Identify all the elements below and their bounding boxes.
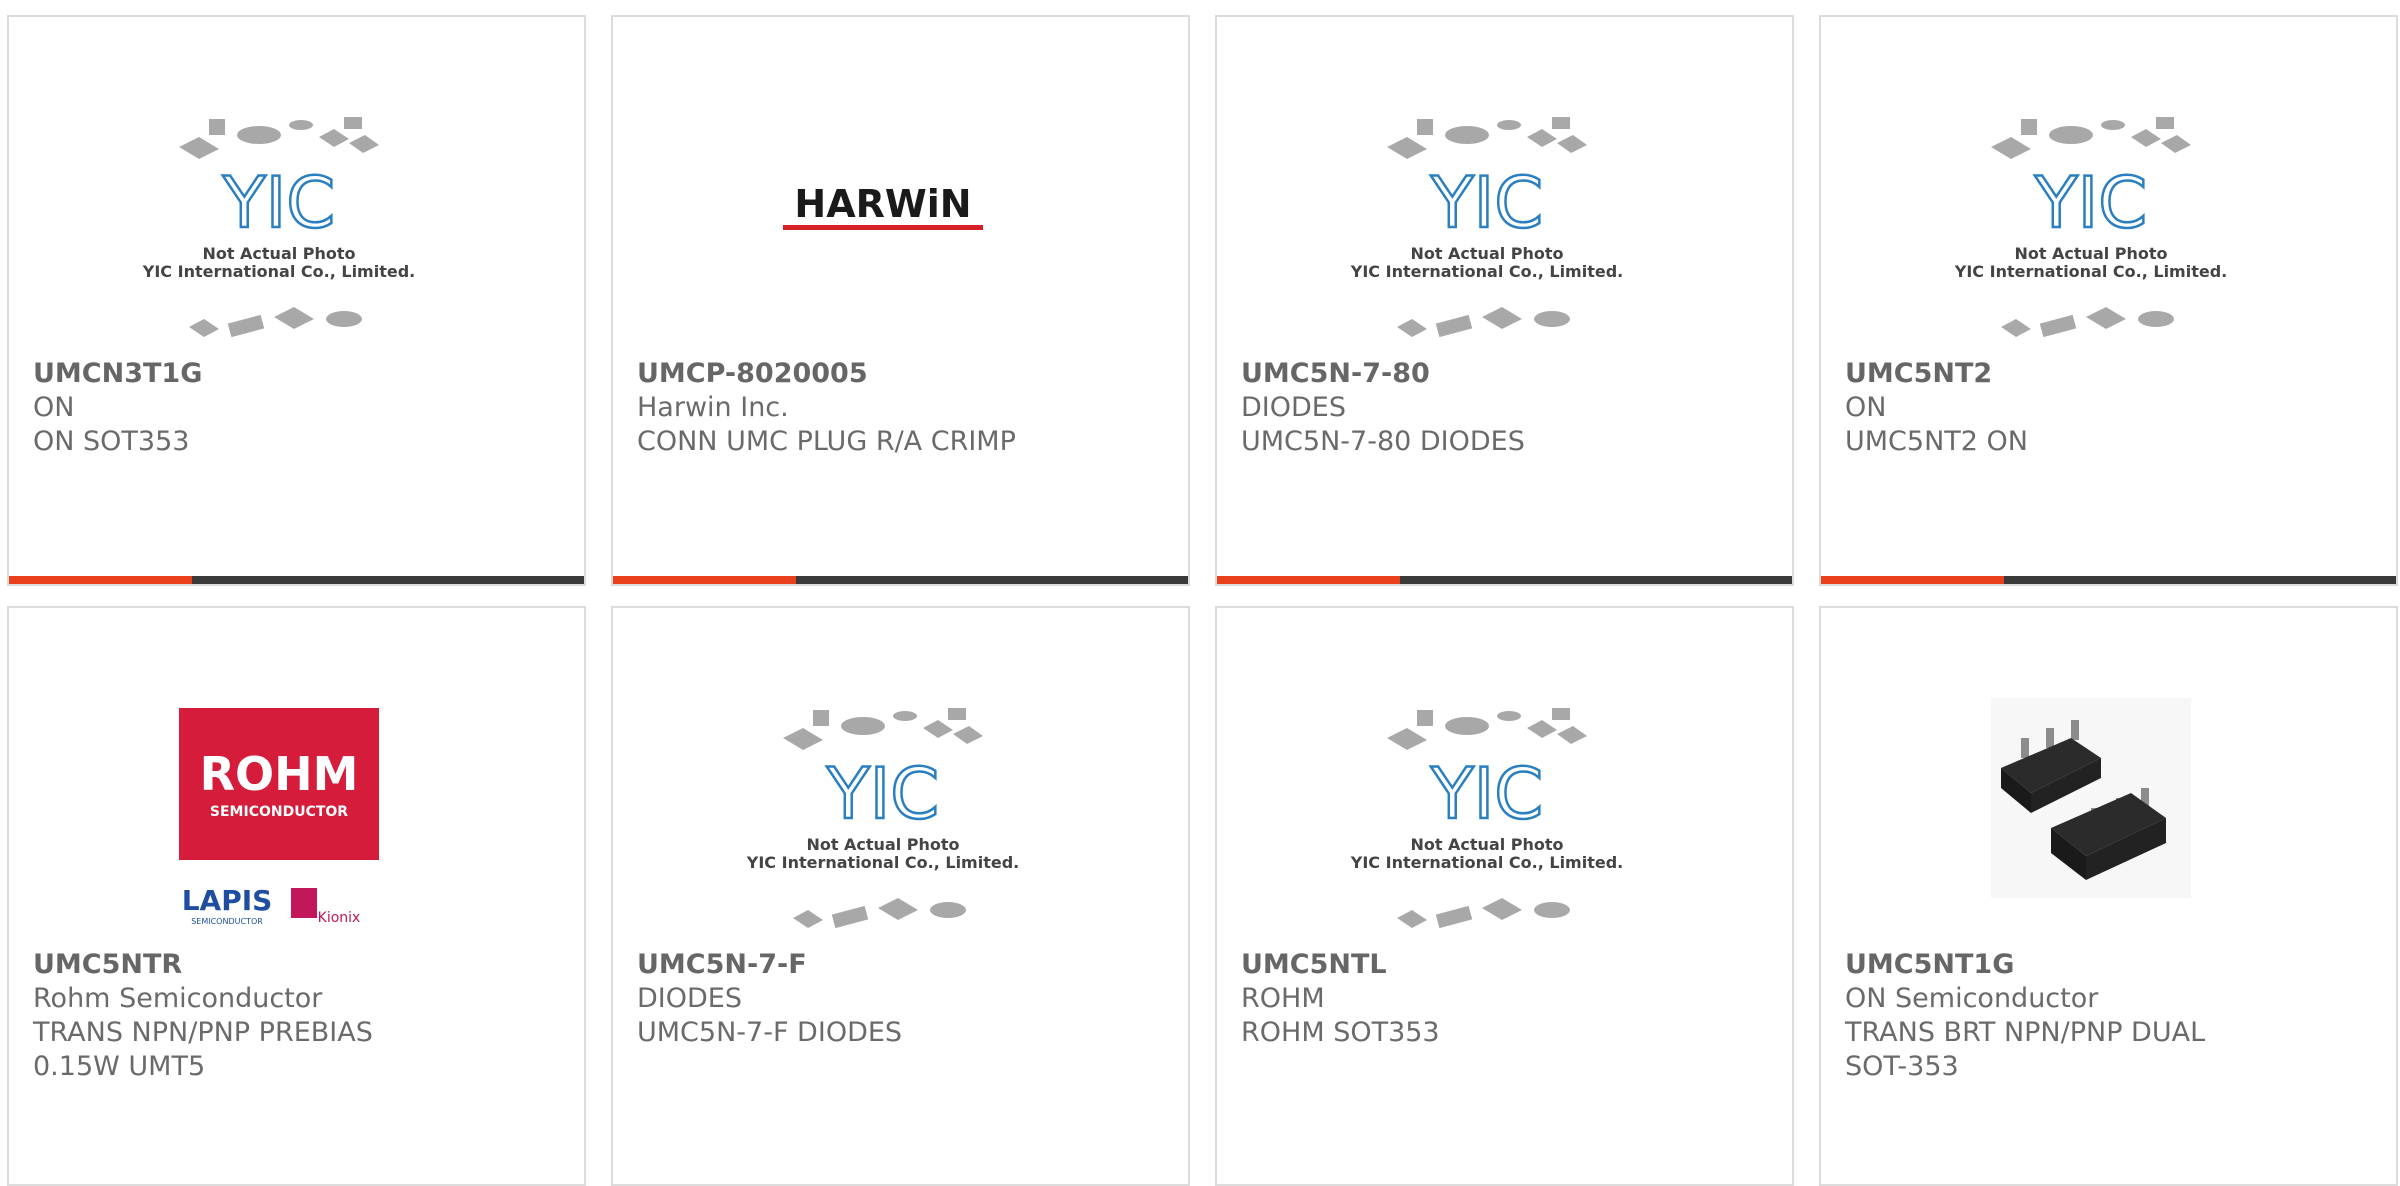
product-image[interactable]: ROHM SEMICONDUCTOR LAPIS SEMICONDUCTOR K… bbox=[129, 698, 429, 958]
svg-text:HARWiN: HARWiN bbox=[794, 182, 971, 226]
product-image[interactable]: YIC Not Actual Photo YIC International C… bbox=[1337, 698, 1637, 958]
product-image[interactable] bbox=[1941, 698, 2241, 958]
card-bottom-bar bbox=[1821, 576, 2396, 584]
svg-text:YIC: YIC bbox=[2034, 162, 2147, 244]
yic-placeholder-image: YIC Not Actual Photo YIC International C… bbox=[1954, 117, 2227, 338]
product-card[interactable]: UMC5NT1G ON Semiconductor TRANS BRT NPN/… bbox=[1819, 606, 2398, 1186]
svg-text:LAPIS: LAPIS bbox=[182, 884, 273, 917]
svg-text:YIC International Co., Limited: YIC International Co., Limited. bbox=[1954, 262, 2227, 281]
sot353-package-photo bbox=[1991, 698, 2191, 898]
product-image[interactable]: HARWiN bbox=[733, 107, 1033, 367]
manufacturer: Rohm Semiconductor bbox=[33, 983, 323, 1014]
yic-placeholder-image: YIC Not Actual Photo YIC International C… bbox=[746, 708, 1019, 929]
part-number[interactable]: UMCP-8020005 bbox=[637, 357, 1164, 391]
svg-text:YIC: YIC bbox=[1430, 753, 1543, 835]
manufacturer: DIODES bbox=[637, 983, 742, 1014]
product-card[interactable]: YIC Not Actual Photo YIC International C… bbox=[1215, 15, 1794, 586]
svg-text:Not Actual Photo: Not Actual Photo bbox=[1410, 835, 1563, 854]
description: ROHM SOT353 bbox=[1241, 1017, 1440, 1048]
description: TRANS NPN/PNP PREBIAS 0.15W UMT5 bbox=[33, 1017, 373, 1082]
svg-text:Not Actual Photo: Not Actual Photo bbox=[2014, 244, 2167, 263]
harwin-logo: HARWiN bbox=[783, 182, 983, 230]
svg-text:Kionix: Kionix bbox=[318, 910, 361, 926]
manufacturer: DIODES bbox=[1241, 392, 1346, 423]
description: ON SOT353 bbox=[33, 426, 190, 457]
svg-text:SEMICONDUCTOR: SEMICONDUCTOR bbox=[210, 804, 348, 820]
svg-text:YIC International Co., Limited: YIC International Co., Limited. bbox=[1350, 262, 1623, 281]
card-bottom-bar bbox=[1217, 576, 1792, 584]
yic-placeholder-image: YIC Not Actual Photo YIC International C… bbox=[1350, 117, 1623, 338]
svg-text:Not Actual Photo: Not Actual Photo bbox=[806, 835, 959, 854]
product-image[interactable]: YIC Not Actual Photo YIC International C… bbox=[1941, 107, 2241, 367]
yic-placeholder-image: YIC Not Actual Photo YIC International C… bbox=[1350, 708, 1623, 929]
description: TRANS BRT NPN/PNP DUAL SOT-353 bbox=[1845, 1017, 2206, 1082]
svg-text:Not Actual Photo: Not Actual Photo bbox=[202, 244, 355, 263]
product-card[interactable]: YIC Not Actual Photo YIC International C… bbox=[1215, 606, 1794, 1186]
manufacturer: ROHM bbox=[1241, 983, 1325, 1014]
part-number[interactable]: UMC5N-7-80 bbox=[1241, 357, 1768, 391]
product-grid: YIC Not Actual Photo YIC International C… bbox=[0, 0, 2400, 1186]
yic-placeholder-image: YIC Not Actual Photo YIC International C… bbox=[142, 117, 415, 338]
product-card[interactable]: YIC Not Actual Photo YIC International C… bbox=[611, 606, 1190, 1186]
description: CONN UMC PLUG R/A CRIMP bbox=[637, 426, 1016, 457]
manufacturer: ON bbox=[1845, 392, 1887, 423]
description: UMC5N-7-80 DIODES bbox=[1241, 426, 1525, 457]
manufacturer: ON bbox=[33, 392, 75, 423]
product-image[interactable]: YIC Not Actual Photo YIC International C… bbox=[733, 698, 1033, 958]
description: UMC5N-7-F DIODES bbox=[637, 1017, 903, 1048]
product-image[interactable]: YIC Not Actual Photo YIC International C… bbox=[129, 107, 429, 367]
card-bottom-bar bbox=[613, 576, 1188, 584]
product-card[interactable]: YIC Not Actual Photo YIC International C… bbox=[1819, 15, 2398, 586]
svg-text:YIC International Co., Limited: YIC International Co., Limited. bbox=[1350, 853, 1623, 872]
product-card[interactable]: ROHM SEMICONDUCTOR LAPIS SEMICONDUCTOR K… bbox=[7, 606, 586, 1186]
svg-text:YIC: YIC bbox=[222, 162, 335, 244]
svg-text:YIC International Co., Limited: YIC International Co., Limited. bbox=[746, 853, 1019, 872]
svg-text:YIC International Co., Limited: YIC International Co., Limited. bbox=[142, 262, 415, 281]
manufacturer: ON Semiconductor bbox=[1845, 983, 2099, 1014]
svg-text:YIC: YIC bbox=[826, 753, 939, 835]
part-number[interactable]: UMC5NT1G bbox=[1845, 948, 2372, 982]
part-number[interactable]: UMC5NTR bbox=[33, 948, 560, 982]
svg-text:SEMICONDUCTOR: SEMICONDUCTOR bbox=[191, 917, 263, 926]
product-card[interactable]: YIC Not Actual Photo YIC International C… bbox=[7, 15, 586, 586]
part-number[interactable]: UMC5NT2 bbox=[1845, 357, 2372, 391]
card-bottom-bar bbox=[9, 576, 584, 584]
svg-text:YIC: YIC bbox=[1430, 162, 1543, 244]
part-number[interactable]: UMC5N-7-F bbox=[637, 948, 1164, 982]
svg-text:Not Actual Photo: Not Actual Photo bbox=[1410, 244, 1563, 263]
part-number[interactable]: UMCN3T1G bbox=[33, 357, 560, 391]
svg-text:ROHM: ROHM bbox=[200, 747, 359, 801]
rohm-logo: ROHM SEMICONDUCTOR LAPIS SEMICONDUCTOR K… bbox=[179, 708, 379, 926]
part-number[interactable]: UMC5NTL bbox=[1241, 948, 1768, 982]
product-card[interactable]: HARWiN UMCP-8020005 Harwin Inc. CONN UMC… bbox=[611, 15, 1190, 586]
description: UMC5NT2 ON bbox=[1845, 426, 2028, 457]
manufacturer: Harwin Inc. bbox=[637, 392, 789, 423]
product-image[interactable]: YIC Not Actual Photo YIC International C… bbox=[1337, 107, 1637, 367]
